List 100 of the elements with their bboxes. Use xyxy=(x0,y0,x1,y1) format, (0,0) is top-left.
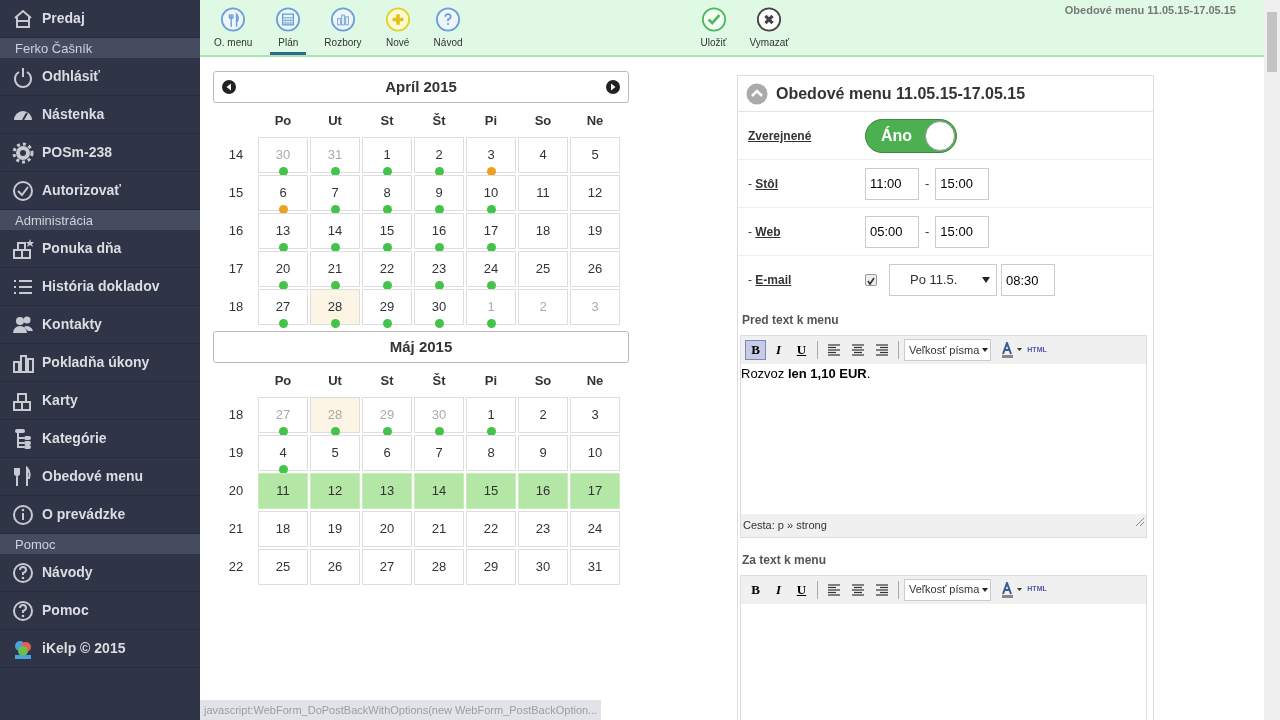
day-cell[interactable]: 1 xyxy=(362,137,412,173)
day-cell[interactable]: 2 xyxy=(414,137,464,173)
day-cell[interactable]: 10 xyxy=(570,435,620,471)
sidebar-item[interactable]: Pomoc xyxy=(0,592,200,630)
day-cell[interactable]: 7 xyxy=(414,435,464,471)
day-cell[interactable]: 3 xyxy=(570,397,620,433)
day-cell[interactable]: 8 xyxy=(466,435,516,471)
day-cell[interactable]: 12 xyxy=(570,175,620,211)
field-link[interactable]: Zverejnené xyxy=(748,128,812,143)
previous-icon[interactable] xyxy=(222,80,236,94)
day-cell[interactable]: 16 xyxy=(414,213,464,249)
day-cell[interactable]: 28 xyxy=(310,289,360,325)
day-cell[interactable]: 4 xyxy=(518,137,568,173)
checkbox[interactable] xyxy=(865,274,877,286)
italic-button[interactable]: I xyxy=(768,579,789,600)
day-cell[interactable]: 24 xyxy=(466,251,516,287)
bold-button[interactable]: B xyxy=(745,579,766,600)
day-cell[interactable]: 20 xyxy=(258,251,308,287)
day-select[interactable]: Po 11.5. xyxy=(889,264,997,296)
delete-button[interactable]: Vymazať xyxy=(745,0,794,55)
day-cell[interactable]: 30 xyxy=(414,289,464,325)
sidebar-item[interactable]: Kategórie xyxy=(0,420,200,458)
sidebar-item[interactable]: iKelp © 2015 xyxy=(0,630,200,668)
day-cell[interactable]: 10 xyxy=(466,175,516,211)
day-cell[interactable]: 21 xyxy=(310,251,360,287)
toolbar-tab[interactable]: Nové xyxy=(379,0,416,55)
day-cell[interactable]: 27 xyxy=(258,289,308,325)
day-cell[interactable]: 27 xyxy=(362,549,412,585)
next-icon[interactable] xyxy=(606,80,620,94)
day-cell[interactable]: 14 xyxy=(310,213,360,249)
underline-button[interactable]: U xyxy=(791,340,812,360)
day-cell[interactable]: 19 xyxy=(570,213,620,249)
toolbar-tab[interactable]: O. menu xyxy=(210,0,257,55)
time-field[interactable]: 11:00 xyxy=(865,167,919,200)
day-cell[interactable]: 23 xyxy=(518,511,568,547)
sidebar-item[interactable]: Návody xyxy=(0,554,200,592)
day-cell[interactable]: 26 xyxy=(310,549,360,585)
day-cell[interactable]: 18 xyxy=(518,213,568,249)
sidebar-item[interactable]: História dokladov xyxy=(0,268,200,306)
day-cell[interactable]: 9 xyxy=(518,435,568,471)
day-cell[interactable]: 17 xyxy=(466,213,516,249)
day-cell[interactable]: 15 xyxy=(362,213,412,249)
day-cell[interactable]: 19 xyxy=(310,511,360,547)
day-cell[interactable]: 14 xyxy=(414,473,464,509)
day-cell[interactable]: 13 xyxy=(258,213,308,249)
day-cell[interactable]: 12 xyxy=(310,473,360,509)
align-center-icon[interactable] xyxy=(851,583,865,596)
font-size-select[interactable]: Veľkosť písma xyxy=(904,578,992,601)
sidebar-item[interactable]: POSm-238 xyxy=(0,134,200,172)
resize-handle-icon[interactable] xyxy=(1135,517,1144,526)
day-cell[interactable]: 16 xyxy=(518,473,568,509)
day-cell[interactable]: 22 xyxy=(362,251,412,287)
time-field[interactable]: 08:30 xyxy=(1001,264,1055,296)
toolbar-tab[interactable]: Plán xyxy=(270,0,307,55)
day-cell[interactable]: 23 xyxy=(414,251,464,287)
toolbar-tab[interactable]: Rozbory xyxy=(320,0,366,55)
underline-button[interactable]: U xyxy=(791,579,812,600)
toolbar-tab[interactable]: Návod xyxy=(429,0,467,55)
bold-button[interactable]: B xyxy=(745,340,766,360)
sidebar-item[interactable]: Odhlásiť xyxy=(0,58,200,96)
field-link[interactable]: Stôl xyxy=(755,176,778,191)
sidebar-item[interactable]: Ponuka dňa xyxy=(0,230,200,268)
day-cell[interactable]: 3 xyxy=(466,137,516,173)
day-cell[interactable]: 17 xyxy=(570,473,620,509)
day-cell[interactable]: 7 xyxy=(310,175,360,211)
day-cell[interactable]: 15 xyxy=(466,473,516,509)
save-button[interactable]: Uložiť xyxy=(695,0,732,55)
day-cell[interactable]: 6 xyxy=(258,175,308,211)
day-cell[interactable]: 13 xyxy=(362,473,412,509)
align-left-icon[interactable] xyxy=(827,583,841,596)
sidebar-item[interactable]: Nástenka xyxy=(0,96,200,134)
align-center-icon[interactable] xyxy=(851,344,865,356)
day-cell[interactable]: 26 xyxy=(570,251,620,287)
day-cell[interactable]: 22 xyxy=(466,511,516,547)
field-link[interactable]: E-mail xyxy=(755,273,792,287)
time-field[interactable]: 15:00 xyxy=(935,215,990,248)
italic-button[interactable]: I xyxy=(768,340,789,360)
day-cell[interactable]: 29 xyxy=(362,289,412,325)
day-cell[interactable]: 28 xyxy=(414,549,464,585)
day-cell[interactable]: 6 xyxy=(362,435,412,471)
sidebar-item[interactable]: Pokladňa úkony xyxy=(0,344,200,382)
day-cell[interactable]: 2 xyxy=(518,397,568,433)
scrollbar[interactable] xyxy=(1264,0,1280,720)
font-size-select[interactable]: Veľkosť písma xyxy=(904,339,992,361)
day-cell[interactable]: 18 xyxy=(258,511,308,547)
day-cell[interactable]: 4 xyxy=(258,435,308,471)
day-cell[interactable]: 11 xyxy=(518,175,568,211)
time-field[interactable]: 05:00 xyxy=(865,215,919,248)
sidebar-item[interactable]: Obedové menu xyxy=(0,458,200,496)
align-right-icon[interactable] xyxy=(875,583,889,596)
day-cell[interactable]: 31 xyxy=(570,549,620,585)
day-cell[interactable]: 1 xyxy=(466,397,516,433)
day-cell[interactable]: 20 xyxy=(362,511,412,547)
day-cell[interactable]: 24 xyxy=(570,511,620,547)
day-cell[interactable]: 5 xyxy=(310,435,360,471)
sidebar-item[interactable]: Kontakty xyxy=(0,306,200,344)
day-cell[interactable]: 9 xyxy=(414,175,464,211)
day-cell[interactable]: 21 xyxy=(414,511,464,547)
day-cell[interactable]: 25 xyxy=(258,549,308,585)
field-link[interactable]: Web xyxy=(755,224,781,239)
